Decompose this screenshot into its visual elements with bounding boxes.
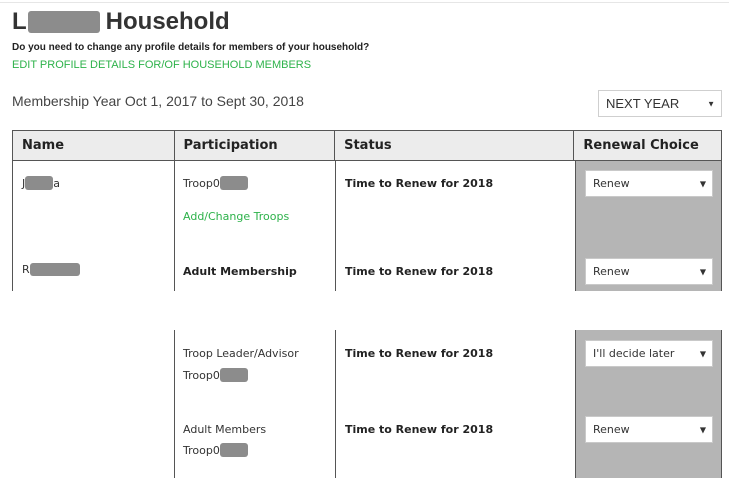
column-divider xyxy=(335,161,336,291)
renewal-choice-select[interactable]: Renew ▼ xyxy=(585,258,713,285)
table-border-right xyxy=(721,330,722,478)
status-text: Time to Renew for 2018 xyxy=(345,176,494,190)
troop-label: Troop0 xyxy=(183,176,220,190)
column-header-participation: Participation xyxy=(175,131,336,160)
troop-label: Troop0 xyxy=(183,368,220,382)
participation-role: Adult Members xyxy=(183,422,267,436)
chevron-down-icon: ▼ xyxy=(699,349,706,358)
member-name-end: a xyxy=(53,176,60,190)
redacted-troop-number xyxy=(219,368,248,382)
membership-year-select[interactable]: NEXT YEAR ▼ xyxy=(598,90,722,117)
column-divider xyxy=(575,330,576,478)
renewal-choice-value: I'll decide later xyxy=(593,347,675,360)
column-divider xyxy=(174,161,175,291)
participation-troop: Troop0 xyxy=(183,368,248,382)
renewal-choice-select[interactable]: Renew ▼ xyxy=(585,170,713,197)
top-divider xyxy=(0,2,729,3)
member-name-start: R xyxy=(22,262,30,276)
status-text: Time to Renew for 2018 xyxy=(345,264,494,278)
table-header: Name Participation Status Renewal Choice xyxy=(12,130,722,161)
table-border-left xyxy=(12,161,13,291)
title-suffix: Household xyxy=(105,8,230,35)
profile-question: Do you need to change any profile detail… xyxy=(12,42,370,53)
membership-year-label: Membership Year Oct 1, 2017 to Sept 30, … xyxy=(12,93,304,109)
page-title: L Household xyxy=(12,7,230,37)
chevron-down-icon: ▼ xyxy=(707,99,715,108)
renewal-choice-value: Renew xyxy=(593,177,630,190)
member-name: J a xyxy=(22,176,60,190)
column-divider xyxy=(174,330,175,478)
renewal-choice-value: Renew xyxy=(593,265,630,278)
renewal-choice-select[interactable]: Renew ▼ xyxy=(585,416,713,443)
renewal-choice-select[interactable]: I'll decide later ▼ xyxy=(585,340,713,367)
column-header-name: Name xyxy=(13,131,175,160)
renewal-choice-value: Renew xyxy=(593,423,630,436)
redacted-troop-number xyxy=(219,443,248,457)
edit-profile-link[interactable]: EDIT PROFILE DETAILS FOR/OF HOUSEHOLD ME… xyxy=(12,59,311,71)
member-name: R xyxy=(22,262,80,276)
participation-text: Adult Membership xyxy=(183,264,297,278)
status-text: Time to Renew for 2018 xyxy=(345,346,494,360)
redacted-name-block xyxy=(29,262,80,276)
column-header-status: Status xyxy=(335,131,575,160)
add-change-troops-link[interactable]: Add/Change Troops xyxy=(183,209,289,223)
column-divider xyxy=(335,330,336,478)
redacted-name-block xyxy=(27,11,100,33)
status-text: Time to Renew for 2018 xyxy=(345,422,494,436)
troop-label: Troop0 xyxy=(183,443,220,457)
participation-role: Troop Leader/Advisor xyxy=(183,346,299,360)
table-border-right xyxy=(721,161,722,291)
chevron-down-icon: ▼ xyxy=(699,425,706,434)
participation-troop: Troop0 xyxy=(183,443,248,457)
membership-year-select-value: NEXT YEAR xyxy=(606,96,680,111)
chevron-down-icon: ▼ xyxy=(699,267,706,276)
chevron-down-icon: ▼ xyxy=(699,179,706,188)
participation-troop: Troop0 xyxy=(183,176,248,190)
column-divider xyxy=(575,161,576,291)
column-header-renewal-choice: Renewal Choice xyxy=(583,138,699,153)
redacted-troop-number xyxy=(219,176,248,190)
redacted-name-block xyxy=(25,176,54,190)
title-initial: L xyxy=(12,8,27,35)
